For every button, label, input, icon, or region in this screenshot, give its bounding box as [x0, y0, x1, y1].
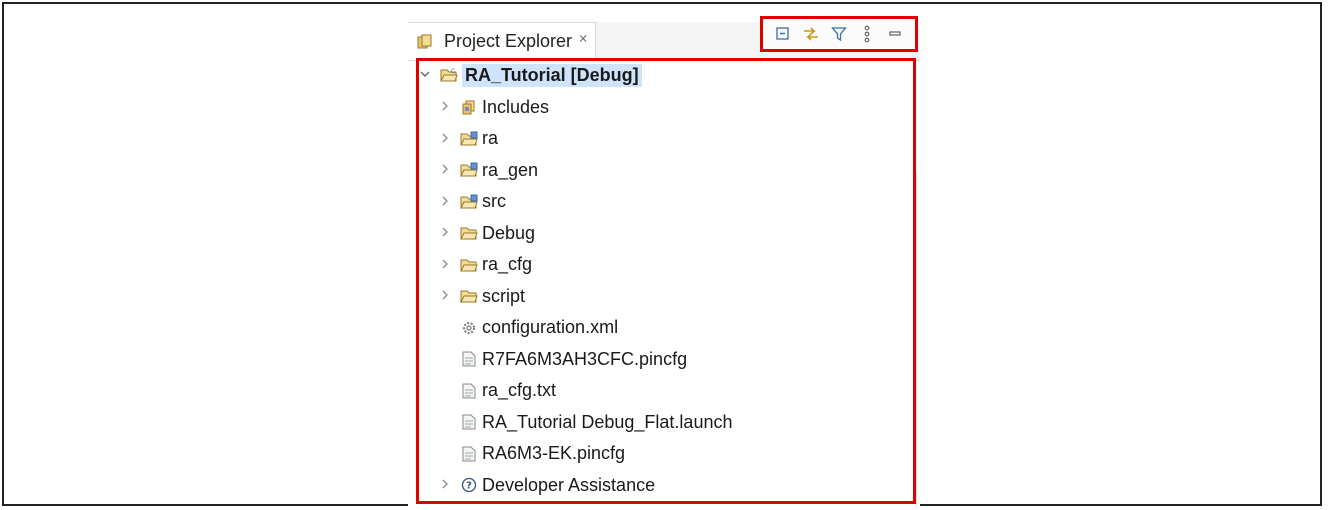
help-icon: ? — [460, 476, 478, 494]
source-folder-icon — [460, 193, 478, 211]
tree-item[interactable]: ra_cfg — [438, 250, 532, 280]
tree-item[interactable]: src — [438, 187, 506, 217]
chevron-right-icon[interactable] — [438, 225, 452, 241]
file-icon — [460, 350, 478, 368]
folder-icon — [460, 224, 478, 242]
link-with-editor-icon[interactable] — [800, 23, 822, 45]
minimize-icon[interactable] — [884, 23, 906, 45]
tree-item-label: Debug — [482, 222, 536, 243]
tree-item[interactable]: configuration.xml — [438, 313, 618, 343]
tree-item[interactable]: ra_gen — [438, 155, 538, 185]
source-folder-icon — [460, 161, 478, 179]
chevron-down-icon[interactable] — [418, 67, 432, 83]
tree-item[interactable]: RA6M3-EK.pincfg — [438, 439, 625, 469]
tree-item-label: ra_cfg — [482, 254, 533, 274]
gear-file-icon — [460, 319, 478, 337]
close-icon[interactable]: ⨯ — [578, 31, 588, 45]
chevron-right-icon[interactable] — [438, 477, 452, 493]
tree-item[interactable]: script — [438, 281, 525, 311]
file-icon — [460, 445, 478, 463]
tree-item-label: RA6M3-EK.pincfg — [482, 443, 626, 463]
chevron-right-icon[interactable] — [438, 257, 452, 273]
file-icon — [460, 382, 478, 400]
tree-item[interactable]: Includes — [438, 92, 549, 122]
scrollbar-track — [916, 172, 917, 508]
tree-item-label: ra — [482, 128, 499, 148]
source-folder-icon — [460, 130, 478, 148]
folder-icon — [460, 256, 478, 274]
tree-item-label: RA_Tutorial [Debug] — [462, 63, 642, 87]
tree-item-label: src — [482, 191, 506, 211]
folder-icon — [460, 287, 478, 305]
tab-label: Project Explorer — [444, 31, 573, 51]
chevron-right-icon[interactable] — [438, 194, 452, 210]
tree-item[interactable]: ? Developer Assistance — [438, 470, 655, 500]
tree-item[interactable]: Debug — [438, 218, 535, 248]
filter-icon[interactable] — [828, 23, 850, 45]
tree-item[interactable]: R7FA6M3AH3CFC.pincfg — [438, 344, 687, 374]
project-explorer-view: Project Explorer ⨯ C RA_Tutorial [Debug]… — [408, 16, 920, 510]
chevron-right-icon[interactable] — [438, 131, 452, 147]
tree-item-label: RA_Tutorial Debug_Flat.launch — [482, 411, 733, 432]
chevron-right-icon[interactable] — [438, 162, 452, 178]
tree-item-label: configuration.xml — [482, 317, 619, 337]
tree-item-label: Developer Assistance — [482, 474, 656, 495]
chevron-right-icon[interactable] — [438, 99, 452, 115]
includes-icon — [460, 98, 478, 116]
view-toolbar — [760, 16, 918, 52]
tree-item[interactable]: RA_Tutorial Debug_Flat.launch — [438, 407, 732, 437]
tree-item-label: ra_cfg.txt — [482, 380, 557, 400]
tree-root-item[interactable]: C RA_Tutorial [Debug] — [418, 60, 642, 90]
svg-text:?: ? — [466, 481, 472, 492]
collapse-all-icon[interactable] — [772, 23, 794, 45]
project-folder-icon: C — [440, 66, 458, 84]
tree-item-label: Includes — [482, 96, 550, 117]
tree-item[interactable]: ra — [438, 124, 498, 154]
tree-item-label: R7FA6M3AH3CFC.pincfg — [482, 348, 688, 369]
svg-text:C: C — [451, 68, 455, 75]
tree-item-label: script — [482, 285, 526, 306]
chevron-right-icon[interactable] — [438, 288, 452, 304]
view-tab-strip: Project Explorer ⨯ — [408, 16, 920, 61]
tab-project-explorer[interactable]: Project Explorer ⨯ — [408, 22, 596, 60]
tree-item[interactable]: ra_cfg.txt — [438, 376, 556, 406]
project-explorer-icon — [416, 33, 434, 51]
tree-item-label: ra_gen — [482, 159, 539, 180]
view-menu-icon[interactable] — [856, 23, 878, 45]
file-icon — [460, 413, 478, 431]
